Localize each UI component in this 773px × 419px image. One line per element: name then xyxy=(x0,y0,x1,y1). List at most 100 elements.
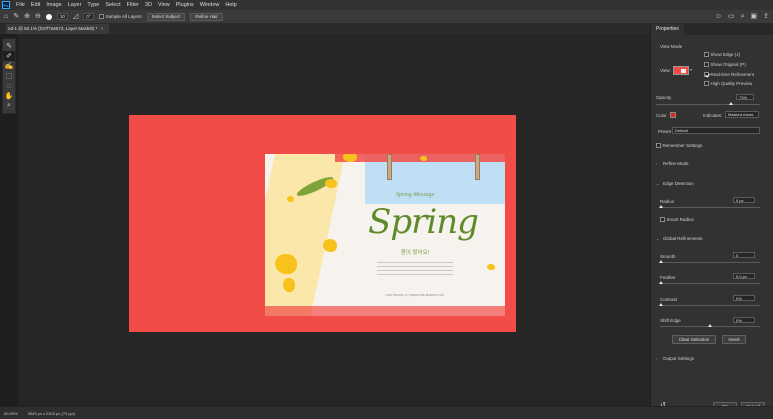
feather-input[interactable]: 0.0 px xyxy=(733,273,755,279)
remember-settings-label: Remember Settings xyxy=(662,143,703,148)
brush-tool-icon[interactable]: ✎ xyxy=(3,41,15,51)
radius-slider-track[interactable] xyxy=(660,207,760,208)
artwork-image[interactable]: Spring Message Spring 봄이 왔어요! COPYRIGHT … xyxy=(265,154,505,316)
document-tab[interactable]: nd-1 @ 50.1% (h37f7a6572, Layer Mask/8) … xyxy=(6,24,110,34)
angle-input[interactable]: 0° xyxy=(83,13,94,20)
remember-settings-checkbox[interactable]: Remember Settings xyxy=(656,143,702,148)
refine-mode-section[interactable]: Refine Mode xyxy=(663,161,689,166)
shift-edge-input[interactable]: 0% xyxy=(733,317,755,323)
artwork-korean-text: 봄이 왔어요! xyxy=(400,250,430,256)
menu-file[interactable]: File xyxy=(13,2,28,8)
chevron-down-icon[interactable]: ▾ xyxy=(690,67,692,72)
chevron-right-icon[interactable]: › xyxy=(656,356,657,361)
photoshop-logo-icon: Ps xyxy=(2,1,10,9)
smooth-slider-thumb[interactable] xyxy=(659,260,663,263)
feather-slider-track[interactable] xyxy=(660,283,760,284)
opacity-input[interactable]: 73% xyxy=(736,94,754,100)
properties-tab[interactable]: Properties xyxy=(651,24,773,35)
preset-select[interactable]: Default xyxy=(672,127,760,134)
opacity-label: Opacity xyxy=(656,95,672,100)
chevron-down-icon[interactable]: ⌄ xyxy=(656,181,659,186)
chevron-down-icon[interactable]: ⌄ xyxy=(656,236,659,241)
home-icon[interactable]: ⌂ xyxy=(4,13,8,20)
overlay-color-swatch[interactable] xyxy=(670,112,676,118)
global-refinements-section[interactable]: Global Refinements xyxy=(663,236,703,241)
refine-edge-brush-icon[interactable]: ✐ xyxy=(3,51,15,61)
close-icon[interactable]: × xyxy=(101,26,104,31)
quick-selection-icon[interactable]: ✍ xyxy=(3,61,15,71)
opacity-slider-thumb[interactable] xyxy=(729,102,733,105)
indicates-select[interactable]: Masked Areas xyxy=(725,111,759,118)
share-icon[interactable]: ⇪ xyxy=(763,13,769,20)
zoom-level[interactable]: 50.09% xyxy=(4,411,18,416)
invert-button[interactable]: Invert xyxy=(722,335,746,344)
view-label: View: xyxy=(660,68,671,73)
clear-selection-button[interactable]: Clear Selection xyxy=(672,335,716,344)
menu-filter[interactable]: Filter xyxy=(124,2,142,8)
radius-input[interactable]: 0 px xyxy=(733,197,755,203)
menu-plugins[interactable]: Plugins xyxy=(173,2,197,8)
contrast-input[interactable]: 0% xyxy=(733,295,755,301)
refine-hair-button[interactable]: Refine Hair xyxy=(190,12,223,21)
smooth-input[interactable]: 0 xyxy=(733,252,755,258)
hand-tool-icon[interactable]: ✋ xyxy=(3,91,15,101)
subtract-from-selection-icon[interactable]: ⊖ xyxy=(35,13,41,20)
menu-view[interactable]: View xyxy=(155,2,173,8)
menu-window[interactable]: Window xyxy=(197,2,223,8)
show-edge-label: Show Edge (J) xyxy=(710,52,741,57)
show-edge-checkbox[interactable]: Show Edge (J) xyxy=(704,52,740,57)
show-original-checkbox[interactable]: Show Original (P) xyxy=(704,62,746,67)
mask-edge-bottom xyxy=(265,306,505,316)
brush-size-input[interactable]: 10 xyxy=(56,13,68,20)
flower-icon xyxy=(283,278,295,292)
menu-select[interactable]: Select xyxy=(102,2,123,8)
lasso-tool-icon[interactable]: ◌ xyxy=(3,81,15,91)
output-settings-section[interactable]: Output Settings xyxy=(663,356,694,361)
options-bar: ⌂ ✎ ⊕ ⊖ 10 ◿ 0° Sample All Layers Select… xyxy=(0,10,773,24)
search-icon[interactable]: ⌕ xyxy=(741,13,745,20)
checkbox-box[interactable] xyxy=(704,81,709,86)
checkbox-box[interactable] xyxy=(656,143,661,148)
brush-tool-icon[interactable]: ✎ xyxy=(13,13,19,20)
menu-layer[interactable]: Layer xyxy=(65,2,85,8)
document-size: 3543 px x 2303 px (72 ppi) xyxy=(27,410,75,416)
smooth-slider-track[interactable] xyxy=(660,262,760,263)
menu-help[interactable]: Help xyxy=(222,2,239,8)
real-time-refinement-label: Real-time Refinement xyxy=(710,72,755,77)
checkbox-box[interactable] xyxy=(660,217,665,222)
angle-icon: ◿ xyxy=(72,13,79,20)
add-to-selection-icon[interactable]: ⊕ xyxy=(24,13,30,20)
shift-edge-slider-thumb[interactable] xyxy=(708,324,712,327)
real-time-refinement-checkbox[interactable]: Real-time Refinement xyxy=(704,72,754,77)
opacity-slider-track[interactable] xyxy=(656,104,760,105)
smooth-label: Smooth xyxy=(660,254,676,259)
radius-slider-thumb[interactable] xyxy=(659,205,663,208)
checkbox-box[interactable] xyxy=(704,52,709,57)
smart-radius-checkbox[interactable]: Smart Radius xyxy=(660,217,694,222)
select-subject-button[interactable]: Select Subject xyxy=(146,12,186,21)
menu-type[interactable]: Type xyxy=(84,2,102,8)
menu-image[interactable]: Image xyxy=(43,2,64,8)
show-original-label: Show Original (P) xyxy=(710,62,746,67)
contrast-slider-thumb[interactable] xyxy=(659,303,663,306)
user-icon[interactable]: ☺ xyxy=(715,13,722,20)
checkbox-box[interactable] xyxy=(98,14,104,19)
menu-edit[interactable]: Edit xyxy=(28,2,43,8)
document-tab-title: nd-1 @ 50.1% (h37f7a6572, Layer Mask/8) … xyxy=(8,26,98,31)
arrange-icon[interactable]: ▣ xyxy=(751,13,758,20)
sample-all-layers-checkbox[interactable]: Sample All Layers xyxy=(98,14,142,19)
contrast-slider-track[interactable] xyxy=(660,305,760,306)
feather-slider-thumb[interactable] xyxy=(659,281,663,284)
view-mode-thumbnail[interactable] xyxy=(673,66,689,75)
zoom-tool-icon[interactable]: ⌕ xyxy=(3,101,15,111)
chevron-right-icon[interactable]: › xyxy=(656,161,657,166)
edge-detection-section[interactable]: Edge Detection xyxy=(663,181,694,186)
high-quality-preview-checkbox[interactable]: High Quality Preview xyxy=(704,81,752,86)
workspace-icon[interactable]: ▭ xyxy=(728,13,735,20)
checkbox-box[interactable] xyxy=(704,62,709,67)
object-selection-icon[interactable]: ⬚ xyxy=(3,71,15,81)
color-label: Color xyxy=(656,113,667,118)
menu-3d[interactable]: 3D xyxy=(142,2,155,8)
brush-preview-icon[interactable] xyxy=(45,13,52,20)
checkbox-box[interactable] xyxy=(704,72,709,77)
